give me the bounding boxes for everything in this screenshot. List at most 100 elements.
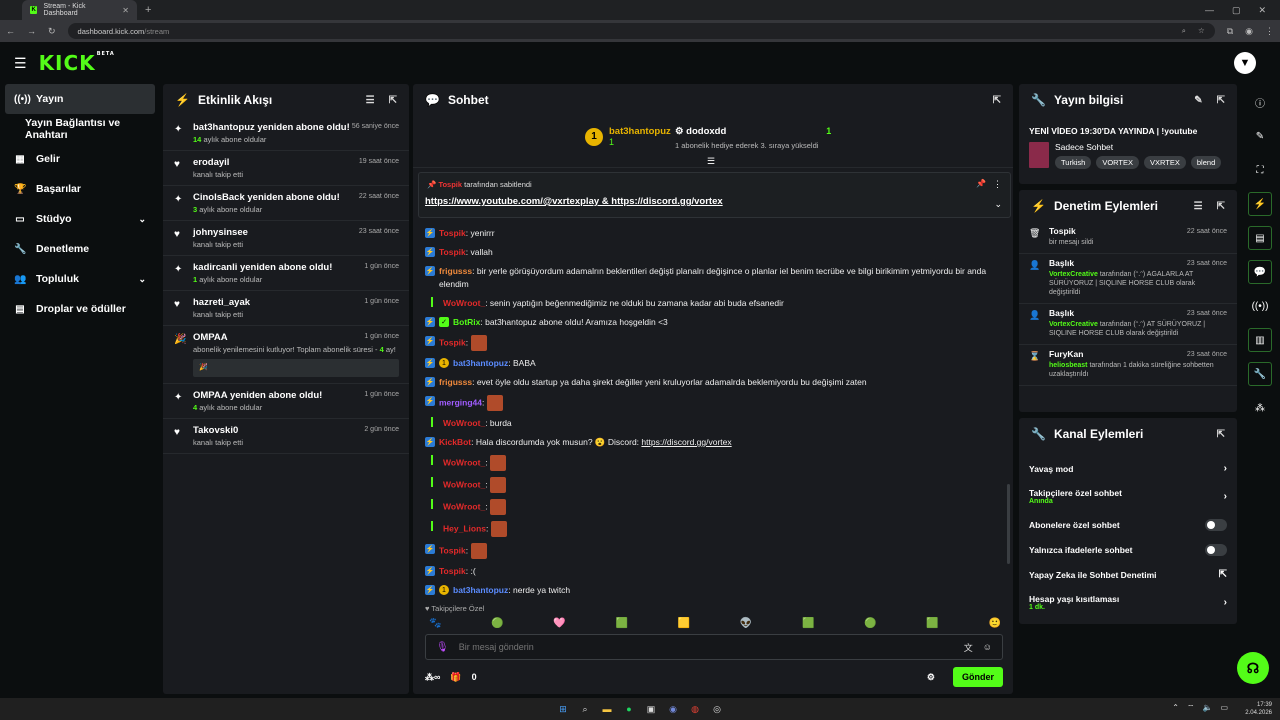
activity-item[interactable]: ♥ hazreti_ayak kanalı takip etti 1 gün önce (163, 291, 409, 326)
chat-message-input[interactable] (458, 642, 954, 652)
nav-item-basarilar[interactable]: 🏆 Başarılar (0, 174, 160, 204)
windows-start-icon[interactable]: ⊞ (556, 702, 570, 716)
emote-icon[interactable]: 🟩 (802, 618, 814, 629)
chat-message[interactable]: WoWroot_: (413, 474, 1013, 496)
close-window-icon[interactable]: ✕ (1258, 5, 1266, 16)
unpin-icon[interactable]: 📌 (976, 179, 986, 188)
chat-message[interactable]: WoWroot_: (413, 496, 1013, 518)
pinned-text[interactable]: https://www.youtube.com/@vxrtexplay & ht… (425, 196, 723, 207)
maximize-icon[interactable]: ▢ (1232, 5, 1241, 16)
volume-icon[interactable]: 🔈 (1202, 703, 1212, 713)
chat-message[interactable]: WoWroot_: (413, 452, 1013, 474)
channel-action-item[interactable]: Takipçilere özel sohbet Anında › (1019, 481, 1237, 512)
wrench-icon[interactable]: 🔧 (1248, 362, 1272, 386)
toggle-switch[interactable] (1205, 543, 1227, 556)
battery-icon[interactable]: ▭ (1220, 703, 1228, 713)
chrome-icon[interactable]: ◍ (688, 702, 702, 716)
filter-icon[interactable]: ☰ (1194, 201, 1203, 212)
mod-action-item[interactable]: 👤 Başlık VortexCreative tarafından (ᵔ.ᵔ) A… (1019, 304, 1237, 345)
browser-menu-icon[interactable]: ⋮ (1265, 26, 1274, 37)
reload-icon[interactable]: ↻ (48, 26, 56, 37)
nav-item-topluluk[interactable]: 👥 Topluluk ⌄ (0, 264, 160, 294)
clock[interactable]: 17:39 2.04.2026 (1245, 701, 1272, 717)
chat-username[interactable]: BotRix (453, 317, 480, 327)
channel-action-item[interactable]: Abonelere özel sohbet (1019, 512, 1237, 537)
mod-action-item[interactable]: 👤 Başlık VortexCreative tarafından (ᵔ.ᵔ) A… (1019, 254, 1237, 304)
kick-logo[interactable]: KICKBETA (39, 51, 115, 75)
emote-icon[interactable]: 🟢 (491, 618, 503, 629)
emoji-icon[interactable]: ☺ (983, 642, 992, 652)
filter-icon[interactable]: ☰ (366, 95, 375, 106)
discord-icon[interactable]: ◉ (666, 702, 680, 716)
nav-item-studyo[interactable]: ▭ Stüdyo ⌄ (0, 204, 160, 234)
chat-username[interactable]: WoWroot_ (443, 418, 485, 428)
activity-item[interactable]: ♥ erodayil kanalı takip etti 19 saat önce (163, 151, 409, 186)
edit-icon[interactable]: ✎ (1194, 95, 1202, 106)
forward-icon[interactable]: → (27, 26, 36, 36)
chat-message[interactable]: ⚡ frigusss: bir yerle görüşüyordum adamal… (413, 262, 1013, 294)
chat-message[interactable]: Hey_Lions: (413, 518, 1013, 540)
hamburger-menu-icon[interactable]: ☰ (14, 55, 27, 72)
channel-action-item[interactable]: Yavaş mod › (1019, 456, 1237, 481)
bookmark-star-icon[interactable]: ☆ (1198, 26, 1205, 36)
broadcast-icon[interactable]: ((•)) (1248, 294, 1272, 318)
top-gifter[interactable]: 1 bat3hantopuz 1 (585, 126, 671, 147)
chat-message[interactable]: ⚡ Tospik: (413, 332, 1013, 354)
chat-message[interactable]: ⚡frigusss: yeni iş bakıcaz artık arıyoru… (413, 600, 1013, 602)
expand-leaderboard-icon[interactable]: ☰ (707, 156, 715, 167)
chat-username[interactable]: Tospik (439, 228, 466, 238)
mic-icon[interactable]: 🎙 (436, 642, 449, 653)
extension-icon[interactable]: ⧉ (1227, 26, 1233, 37)
mod-action-item[interactable]: 🗑 Tospik bir mesajı sildi 22 saat önce (1019, 222, 1237, 254)
url-field[interactable]: dashboard.kick.com/stream ⌕ ☆ (67, 23, 1215, 39)
nav-item-yayin[interactable]: ((•)) Yayın (5, 84, 155, 114)
popout-icon[interactable]: ⇱ (1217, 429, 1225, 440)
popout-icon[interactable]: ⇱ (389, 95, 397, 106)
nav-item-denetleme[interactable]: 🔧 Denetleme (0, 234, 160, 264)
document-icon[interactable]: ▤ (1248, 226, 1272, 250)
folder-icon[interactable]: ▬ (600, 702, 614, 716)
nav-item-stream-key[interactable]: Yayın Bağlantısı ve Anahtarı (0, 114, 160, 144)
chat-message[interactable]: WoWroot_: senin yaptığın beğenmediğimiz … (413, 294, 1013, 313)
chat-message[interactable]: ⚡ Tospik: vallah (413, 243, 1013, 262)
chevron-down-icon[interactable]: ⌄ (994, 199, 1002, 210)
popout-icon[interactable]: ⇱ (993, 95, 1001, 106)
activity-item[interactable]: ✦ CinolsBack yeniden abone oldu! 3 aylık a… (163, 186, 409, 221)
nav-item-droplar[interactable]: ▤ Droplar ve ödüller (0, 294, 160, 324)
fullscreen-icon[interactable]: ⛶ (1248, 158, 1272, 182)
emote-icon[interactable]: 👽 (740, 618, 752, 629)
activity-item[interactable]: ✦ kadircanli yeniden abone oldu! 1 aylık a… (163, 256, 409, 291)
channel-action-item[interactable]: Hesap yaşı kısıtlaması 1 dk. › (1019, 587, 1237, 618)
gift-box-icon[interactable]: 🎁 (450, 672, 461, 683)
chat-username[interactable]: merging44 (439, 397, 482, 407)
activity-item[interactable]: ✦ OMPAA yeniden abone oldu! 4 aylık abone … (163, 384, 409, 419)
chat-username[interactable]: WoWroot_ (443, 298, 485, 308)
emote-icon[interactable]: 🙂 (989, 618, 1001, 629)
chat-username[interactable]: Tospik (439, 566, 466, 576)
chat-username[interactable]: KickBot (439, 437, 471, 447)
app-icon[interactable]: ▣ (644, 702, 658, 716)
activity-item[interactable]: ♥ johnysinsee kanalı takip etti 23 saat önc… (163, 221, 409, 256)
nav-item-gelir[interactable]: ▦ Gelir (0, 144, 160, 174)
minimize-icon[interactable]: — (1205, 5, 1214, 16)
close-tab-icon[interactable]: ✕ (122, 6, 129, 15)
points-icon[interactable]: ⁂∞ (425, 672, 440, 683)
chat-message[interactable]: ⚡ 1 bat3hantopuz: nerde ya twitch (413, 581, 1013, 600)
more-icon[interactable]: ⋮ (993, 179, 1002, 190)
chat-message[interactable]: ⚡ KickBot: Hala discordumda yok musun? 😮 … (413, 433, 1013, 452)
channel-action-item[interactable]: Yapay Zeka ile Sohbet Denetimi ⇱ (1019, 562, 1237, 587)
chat-message[interactable]: ⚡ frigusss: evet öyle oldu startup ya dah… (413, 373, 1013, 392)
chat-message[interactable]: ⚡ merging44: (413, 392, 1013, 414)
chat-username[interactable]: frigusss (439, 266, 472, 276)
support-button[interactable]: ☊ (1237, 652, 1269, 684)
emote-icon[interactable]: 🐾 (429, 618, 441, 629)
wifi-icon[interactable]: ⌔ (1187, 703, 1195, 713)
send-button[interactable]: Gönder (952, 667, 1003, 687)
chat-username[interactable]: Tospik (439, 545, 466, 555)
back-icon[interactable]: ← (6, 26, 15, 36)
chat-username[interactable]: WoWroot_ (443, 457, 485, 467)
layout-icon[interactable]: ▥ (1248, 328, 1272, 352)
points-icon[interactable]: ⁂ (1248, 396, 1272, 420)
profile-icon[interactable]: ◉ (1245, 26, 1253, 37)
info-icon[interactable]: ⓘ (1248, 90, 1272, 114)
